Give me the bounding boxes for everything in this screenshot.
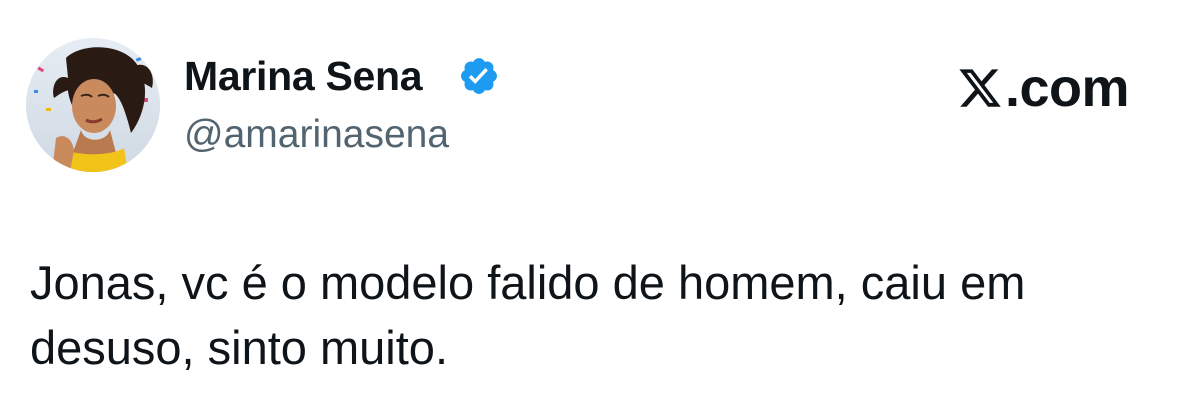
tweet-text: Jonas, vc é o modelo falido de homem, ca… [30, 256, 1026, 374]
avatar[interactable] [26, 38, 160, 172]
avatar-photo [26, 38, 160, 172]
handle[interactable]: @amarinasena [184, 112, 449, 158]
brand-watermark: .com [957, 58, 1130, 118]
verified-badge-icon [461, 58, 497, 94]
x-logo-icon [959, 69, 1001, 107]
tweet-card: Marina Sena @amarinasena .com Jonas, vc … [0, 0, 1179, 405]
brand-text: .com [1004, 58, 1130, 118]
display-name[interactable]: Marina Sena [184, 52, 423, 100]
